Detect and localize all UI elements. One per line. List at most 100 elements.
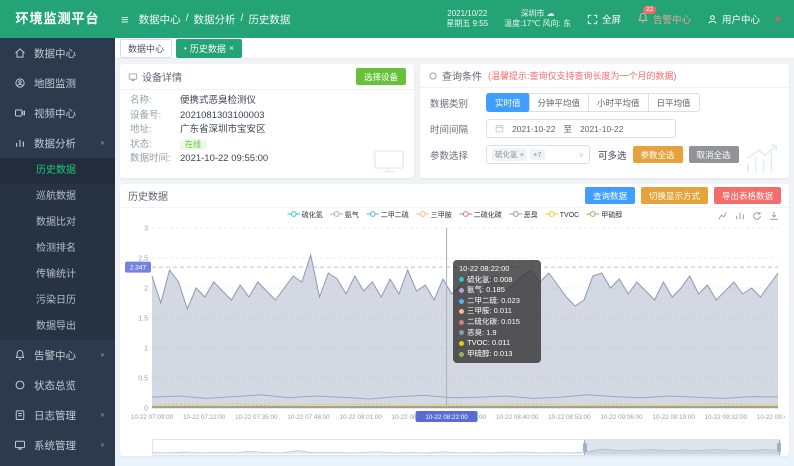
breadcrumb-item[interactable]: 数据分析 (194, 12, 236, 27)
legend-item[interactable]: 甲硫醇 (586, 210, 622, 220)
breadcrumb-item: 历史数据 (248, 12, 290, 27)
svg-text:10-22 08:53:00: 10-22 08:53:00 (548, 414, 591, 421)
category-button[interactable]: 实时值 (486, 93, 530, 112)
sidebar-subitem[interactable]: 污染日历 (0, 288, 115, 314)
svg-text:10-22 08:40:00: 10-22 08:40:00 (496, 414, 539, 421)
sidebar-item-data-center[interactable]: 数据中心 (0, 38, 115, 68)
legend-item[interactable]: TVOC (545, 210, 579, 220)
legend-marker-icon (509, 210, 522, 220)
legend-item[interactable]: 硫化氢 (287, 210, 323, 220)
restore-icon[interactable] (752, 211, 762, 221)
top-header: 环境监测平台 ≡ 数据中心/ 数据分析/ 历史数据 2021/10/22星期五 … (0, 0, 794, 38)
svg-text:10-22 09:06:00: 10-22 09:06:00 (600, 414, 643, 421)
sidebar-item-data-analysis[interactable]: 数据分析∧ (0, 128, 115, 158)
close-icon[interactable]: × (229, 43, 234, 53)
date-range-input[interactable]: 2021-10-22 至 2021-10-22 (486, 119, 676, 138)
switch-display-button[interactable]: 切换显示方式 (641, 187, 708, 204)
sidebar-item-map-monitor[interactable]: 地图监测 (0, 68, 115, 98)
field-value: 2021-10-22 09:55:00 (180, 152, 268, 167)
export-table-button[interactable]: 导出表格数据 (714, 187, 781, 204)
svg-text:0: 0 (144, 406, 148, 413)
app-title: 环境监测平台 (0, 0, 115, 38)
header-datetime: 2021/10/22星期五 9:55 (446, 9, 488, 29)
tooltip-row: TVOC: 0.011 (459, 338, 535, 349)
legend-item[interactable]: 恶臭 (509, 210, 538, 220)
datazoom-window[interactable] (584, 440, 780, 455)
datazoom-slider[interactable] (152, 439, 781, 456)
svg-text:10-22 09:32:00: 10-22 09:32:00 (705, 414, 748, 421)
legend-item[interactable]: 三甲胺 (416, 210, 452, 220)
category-button[interactable]: 分钟平均值 (529, 93, 590, 112)
legend-item[interactable]: 二硫化碳 (459, 210, 502, 220)
sidebar-collapse-icon[interactable]: ≡ (121, 12, 129, 27)
sidebar-subitem[interactable]: 数据导出 (0, 314, 115, 340)
svg-text:10-22 07:48:00: 10-22 07:48:00 (287, 414, 330, 421)
sidebar-subitem[interactable]: 历史数据 (0, 158, 115, 184)
param-select[interactable]: 硫化氢 × +7 ∨ (486, 145, 590, 164)
chevron-down-icon: ∨ (579, 151, 584, 159)
param-tag[interactable]: 硫化氢 × (492, 148, 527, 161)
svg-text:2: 2 (144, 286, 148, 293)
history-chart[interactable]: 硫化氢氨气二甲二硫三甲胺二硫化碳恶臭TVOC甲硫醇 00.511.522.531… (120, 208, 789, 458)
device-detail-panel: 设备详情 选择设备 名称:便携式恶臭检测仪设备号:202108130310000… (120, 64, 414, 178)
breadcrumb-item[interactable]: 数据中心 (139, 12, 181, 27)
notification-dot (776, 17, 780, 21)
sidebar-subitem[interactable]: 巡航数据 (0, 184, 115, 210)
svg-text:10-22 08:01:00: 10-22 08:01:00 (339, 414, 382, 421)
monitor-watermark-icon (372, 148, 406, 174)
field-label: 数据时间: (130, 152, 180, 167)
multi-select-hint: 可多选 (598, 148, 627, 162)
download-icon[interactable] (769, 211, 779, 221)
user-center-button[interactable]: 用户中心 (707, 12, 760, 26)
datazoom-left-handle[interactable] (583, 443, 587, 452)
series-dot-icon (459, 352, 464, 357)
sidebar-subitem[interactable]: 数据比对 (0, 210, 115, 236)
sidebar-subitem[interactable]: 检测排名 (0, 236, 115, 262)
bar-chart-icon[interactable] (735, 211, 745, 221)
sidebar-item-system-management[interactable]: 系统管理∨ (0, 430, 115, 460)
legend-item[interactable]: 氨气 (330, 210, 359, 220)
param-more-tag: +7 (530, 149, 545, 160)
series-dot-icon (459, 341, 464, 346)
select-device-button[interactable]: 选择设备 (356, 68, 406, 85)
svg-text:3: 3 (144, 226, 148, 233)
clear-all-params-button[interactable]: 取消全选 (689, 146, 739, 163)
chevron-down-icon: ∨ (100, 412, 105, 418)
sidebar-item-video-center[interactable]: 视频中心 (0, 98, 115, 128)
line-chart-icon[interactable] (718, 211, 728, 221)
sidebar-item-data-screen[interactable]: 数据大屏 (0, 460, 115, 466)
sidebar-subitem[interactable]: 传输统计 (0, 262, 115, 288)
tooltip-row: 三甲胺: 0.011 (459, 306, 535, 317)
alarm-center-button[interactable]: 22 告警中心 (637, 12, 691, 27)
field-value: 广东省深圳市宝安区 (180, 123, 266, 138)
legend-item[interactable]: 二甲二硫 (366, 210, 409, 220)
datazoom-right-handle[interactable] (777, 443, 781, 452)
user-icon (707, 14, 718, 25)
svg-text:1: 1 (144, 346, 148, 353)
tab-history-data[interactable]: • 历史数据 × (176, 39, 242, 58)
category-button[interactable]: 日平均值 (648, 93, 700, 112)
fullscreen-button[interactable]: 全屏 (587, 12, 621, 26)
tab-data-center[interactable]: 数据中心 (120, 39, 172, 58)
header-weather: 深圳市 ☁温度:17℃ 风向: 东 (504, 9, 571, 29)
chevron-down-icon: ∨ (100, 442, 105, 448)
sidebar-item-alarm-center[interactable]: 告警中心∨ (0, 340, 115, 370)
query-data-button[interactable]: 查询数据 (585, 187, 635, 204)
field-label: 地址: (130, 123, 180, 138)
sidebar-item-log-management[interactable]: 日志管理∨ (0, 400, 115, 430)
device-field-row: 数据时间:2021-10-22 09:55:00 (130, 152, 404, 167)
category-label: 数据类别 (430, 96, 486, 110)
chart-toolbox (718, 211, 779, 221)
series-dot-icon (459, 309, 464, 314)
history-data-panel: 历史数据 查询数据 切换显示方式 导出表格数据 硫化氢氨气二甲二硫三甲胺二硫化碳… (120, 184, 789, 456)
device-field-row: 名称:便携式恶臭检测仪 (130, 94, 404, 109)
category-button[interactable]: 小时平均值 (588, 93, 649, 112)
svg-text:10-22 07:09:00: 10-22 07:09:00 (131, 414, 174, 421)
tooltip-row: 氨气: 0.185 (459, 285, 535, 296)
chart-tooltip: 10-22 08:22:00 硫化氢: 0.008氨气: 0.185二甲二硫: … (453, 260, 541, 363)
sidebar-item-status-overview[interactable]: 状态总览 (0, 370, 115, 400)
system-icon (14, 439, 27, 452)
query-panel-title: 查询条件 (442, 68, 482, 83)
select-all-params-button[interactable]: 参数全选 (633, 146, 683, 163)
svg-text:10-22 08:22:00: 10-22 08:22:00 (425, 414, 468, 421)
